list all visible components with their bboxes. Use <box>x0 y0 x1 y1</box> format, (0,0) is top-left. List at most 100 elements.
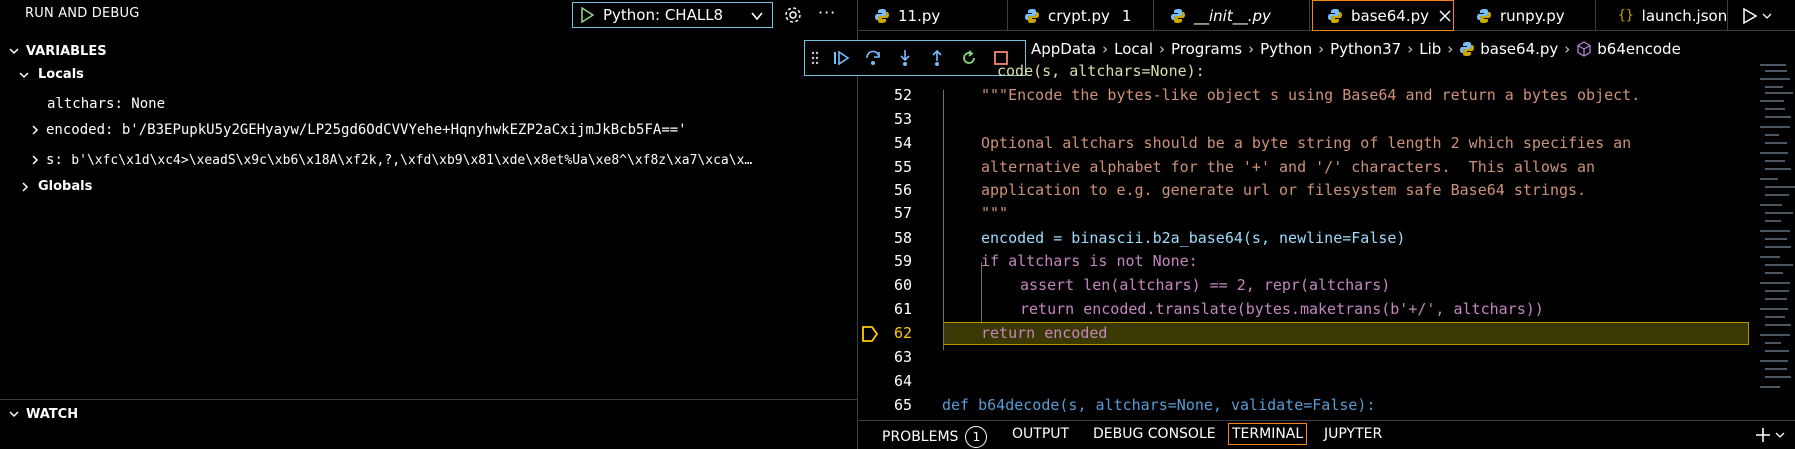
restart-icon[interactable] <box>953 42 985 74</box>
tab-label: base64.py <box>1351 6 1430 25</box>
python-file-icon <box>1476 8 1492 24</box>
more-actions-icon[interactable]: ··· <box>818 3 836 22</box>
code-line: alternative alphabet for the '+' and '/'… <box>981 158 1596 176</box>
config-label: Python: CHALL8 <box>603 6 724 24</box>
variables-section-header[interactable]: VARIABLES <box>0 40 857 62</box>
json-file-icon: {} <box>1618 8 1634 23</box>
line-number: 60 <box>893 276 912 294</box>
code-line: return encoded.translate(bytes.maketrans… <box>1020 300 1544 318</box>
breadcrumb-item[interactable]: Python <box>1260 40 1312 58</box>
breadcrumb-item[interactable]: Python37 <box>1330 40 1401 58</box>
variable-row[interactable]: encoded: b'/B3EPupkU5y2GEHyayw/LP25gd6Od… <box>30 122 687 138</box>
line-number: 64 <box>893 372 912 390</box>
tab-launch-json[interactable]: {} launch.json <box>1596 0 1728 31</box>
tab-output[interactable]: OUTPUT <box>1012 426 1069 442</box>
tab-jupyter[interactable]: JUPYTER <box>1324 426 1382 442</box>
tab-label: __init__.py <box>1194 6 1271 25</box>
code-line: """ <box>981 204 1009 222</box>
chevron-right-icon: › <box>1248 40 1255 58</box>
line-number: 59 <box>893 252 912 270</box>
tab-11-py[interactable]: 11.py <box>858 0 1008 31</box>
chevron-right-icon <box>30 154 40 166</box>
chevron-down-icon <box>750 9 764 27</box>
debug-config-dropdown[interactable]: Python: CHALL8 <box>572 2 773 28</box>
chevron-right-icon: › <box>1407 40 1414 58</box>
variable-value: b'/B3EPupkU5y2GEHyayw/LP25gd6OdCVVYehe+H… <box>121 122 687 138</box>
watch-header-label: WATCH <box>26 406 79 422</box>
tab-debug-console[interactable]: DEBUG CONSOLE <box>1093 426 1216 442</box>
chevron-right-icon: › <box>1102 40 1109 58</box>
chevron-down-icon <box>8 408 20 420</box>
python-file-icon <box>1327 8 1343 24</box>
new-terminal-icon[interactable] <box>1755 427 1785 443</box>
continue-icon[interactable] <box>825 42 857 74</box>
step-out-icon[interactable] <box>921 42 953 74</box>
close-icon[interactable] <box>1439 9 1451 22</box>
breadcrumb-item[interactable]: base64.py <box>1480 40 1558 58</box>
code-line: return encoded <box>981 324 1108 342</box>
variable-value: b'\xfc\x1d\xc4>\xeadS\x9c\xb6\x18A\xf2k,… <box>71 152 753 168</box>
breadcrumb-item[interactable]: Programs <box>1171 40 1242 58</box>
run-file-icon[interactable] <box>1742 7 1772 25</box>
code-line: code(s, altchars=None): <box>997 62 1205 80</box>
sidebar-title: RUN AND DEBUG <box>25 6 140 21</box>
step-into-icon[interactable] <box>889 42 921 74</box>
python-file-icon <box>874 8 890 24</box>
locals-label: Locals <box>38 67 84 82</box>
chevron-right-icon: › <box>1564 40 1571 58</box>
symbol-method-icon <box>1576 41 1592 57</box>
step-over-icon[interactable] <box>857 42 889 74</box>
breadcrumb-item[interactable]: Lib <box>1419 40 1441 58</box>
code-text: code(s, altchars=None): <box>997 62 1205 80</box>
tab-crypt-py[interactable]: crypt.py 1 <box>1008 0 1154 31</box>
tab-problems[interactable]: PROBLEMS 1 <box>882 426 988 448</box>
line-number: 62 <box>893 324 912 342</box>
line-number: 52 <box>893 86 912 104</box>
line-number: 56 <box>893 181 912 199</box>
variable-name: s <box>46 152 55 168</box>
start-debugging-icon[interactable] <box>576 4 598 26</box>
chevron-right-icon: › <box>1318 40 1325 58</box>
line-number: 57 <box>893 204 912 222</box>
variables-header-label: VARIABLES <box>26 43 107 59</box>
line-number: 63 <box>893 348 912 366</box>
tab-label: 11.py <box>898 6 941 25</box>
python-file-icon <box>1459 41 1475 57</box>
tab-runpy-py[interactable]: runpy.py <box>1454 0 1596 31</box>
variable-row[interactable]: altchars: None <box>47 96 165 112</box>
drag-handle-icon[interactable] <box>805 42 825 74</box>
minimap[interactable] <box>1757 60 1795 400</box>
tab-base64-py[interactable]: base64.py <box>1312 0 1454 31</box>
chevron-right-icon: › <box>1447 40 1454 58</box>
line-number: 65 <box>893 396 912 414</box>
problem-count-badge: 1 <box>965 426 988 448</box>
variable-value: None <box>131 96 166 112</box>
chevron-right-icon: › <box>1159 40 1166 58</box>
tab-init-py[interactable]: __init__.py <box>1154 0 1310 31</box>
indent-guide <box>981 262 982 322</box>
tab-label: crypt.py <box>1048 6 1110 25</box>
debug-sidebar: RUN AND DEBUG Python: CHALL8 ··· VARIABL… <box>0 0 857 449</box>
watch-section-header[interactable]: WATCH <box>0 403 857 425</box>
section-divider <box>0 399 857 400</box>
locals-scope[interactable]: Locals <box>18 67 84 82</box>
chevron-right-icon <box>30 124 40 136</box>
tab-label: OUTPUT <box>1012 426 1070 442</box>
panel-tab-bar: PROBLEMS 1 OUTPUT DEBUG CONSOLE TERMINAL… <box>858 420 1795 449</box>
line-number: 53 <box>893 110 912 128</box>
tab-label: PROBLEMS <box>882 429 959 445</box>
chevron-down-icon <box>18 69 30 81</box>
breadcrumb-item[interactable]: Local <box>1114 40 1153 58</box>
globals-scope[interactable]: Globals <box>20 179 92 194</box>
breadcrumb-item[interactable]: AppData <box>1031 40 1096 58</box>
indent-guide <box>943 90 944 350</box>
line-number: 61 <box>893 300 912 318</box>
python-file-icon <box>1024 8 1040 24</box>
breadcrumb-item[interactable]: b64encode <box>1597 40 1681 58</box>
tab-terminal[interactable]: TERMINAL <box>1228 423 1308 445</box>
variable-row[interactable]: s: b'\xfc\x1d\xc4>\xeadS\x9c\xb6\x18A\xf… <box>30 152 852 168</box>
chevron-right-icon <box>20 181 30 193</box>
line-number: 55 <box>893 158 912 176</box>
gear-icon[interactable] <box>783 5 803 29</box>
globals-label: Globals <box>38 179 93 194</box>
